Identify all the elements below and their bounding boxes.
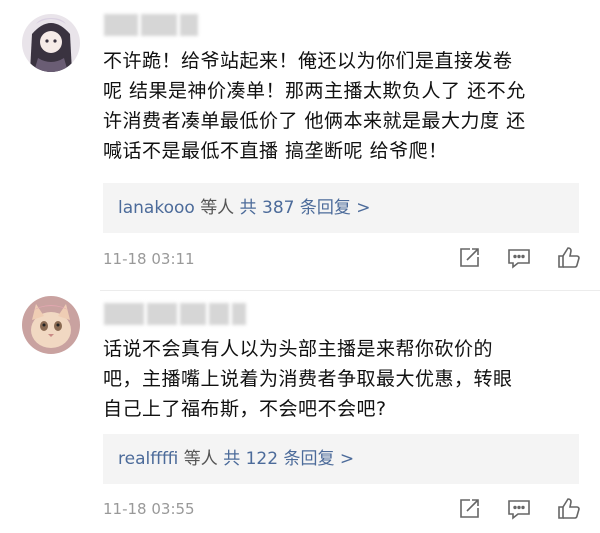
comment-item: 话说不会真有人以为头部主播是来帮你砍价的 吧，主播嘴上说着为消费者争取最大优惠，… [0,0,600,533]
comment-timestamp: 11-18 03:55 [103,500,195,518]
reply-etc-label: 等人 [183,449,218,469]
replies-summary[interactable]: realffffi 等人 共 122 条回复 > [103,434,579,484]
like-icon[interactable] [556,496,582,526]
comment-actions [456,496,582,526]
comment-line: 话说不会真有人以为头部主播是来帮你砍价的 [103,338,494,360]
comment-text: 话说不会真有人以为头部主播是来帮你砍价的 吧，主播嘴上说着为消费者争取最大优惠，… [103,334,583,424]
reply-user-link[interactable]: realffffi [118,449,178,469]
comment-icon[interactable] [506,496,532,526]
username-redacted [104,303,246,325]
comment-line: 吧，主播嘴上说着为消费者争取最大优惠，转眼 [103,368,513,390]
reply-count-link[interactable]: 共 122 条回复 > [223,449,354,469]
share-icon[interactable] [456,496,482,526]
avatar[interactable] [22,296,80,354]
comment-line: 自己上了福布斯，不会吧不会吧? [103,398,387,420]
